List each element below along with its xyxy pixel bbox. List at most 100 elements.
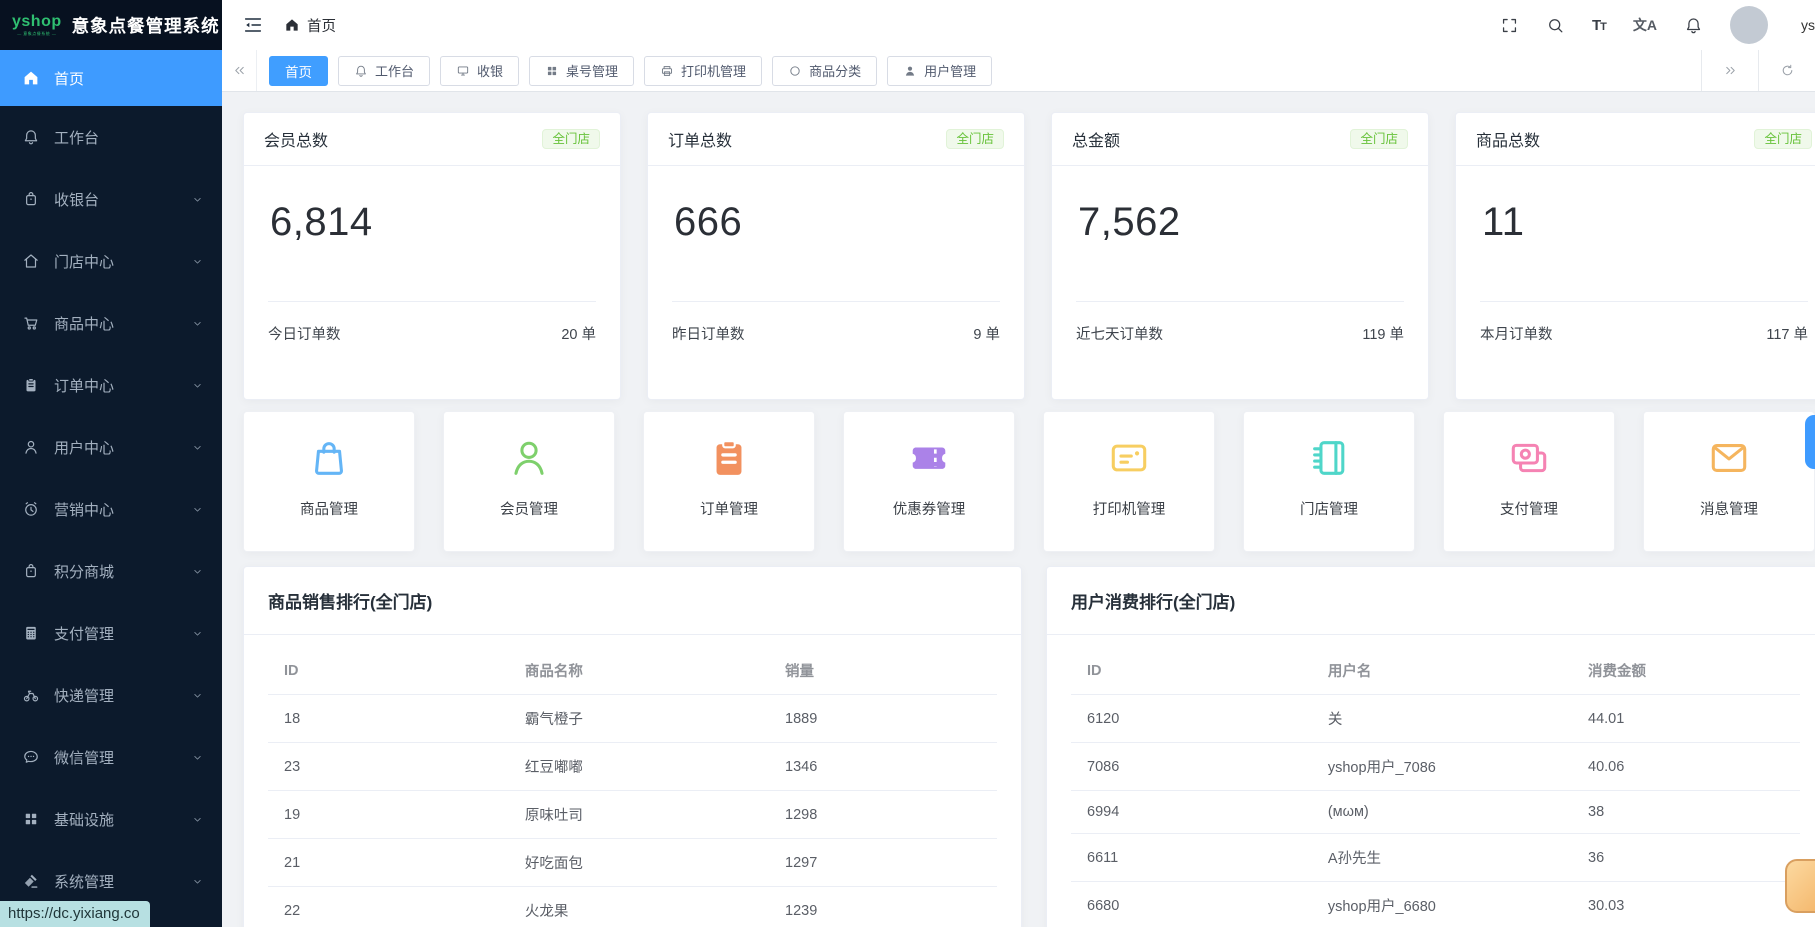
sidebar-item-label: 订单中心 [54, 375, 114, 396]
shortcut-store-mgmt[interactable]: 门店管理 [1243, 411, 1415, 552]
cell-sales: 1889 [769, 695, 997, 743]
cell-id: 23 [268, 743, 509, 791]
sidebar-item-order-center[interactable]: 订单中心 [0, 354, 222, 416]
table-title: 商品销售排行(全门店) [244, 567, 1021, 635]
cell-sales: 1298 [769, 791, 997, 839]
table-row[interactable]: 23 红豆嘟嘟 1346 [268, 743, 997, 791]
sidebar-item-points-mall[interactable]: 积分商城 [0, 540, 222, 602]
table-row[interactable]: 6994 (мωм) 38 [1071, 791, 1800, 834]
stat-footer-label: 昨日订单数 [672, 323, 745, 344]
chevron-down-icon [191, 751, 204, 764]
chevron-down-icon [191, 317, 204, 330]
avatar[interactable] [1730, 6, 1768, 44]
stat-title: 订单总数 [668, 127, 732, 151]
shortcut-order-mgmt[interactable]: 订单管理 [643, 411, 815, 552]
table-row[interactable]: 18 霸气橙子 1889 [268, 695, 997, 743]
shortcut-payment-mgmt[interactable]: 支付管理 [1443, 411, 1615, 552]
stat-footer-value: 117 单 [1766, 323, 1808, 344]
cell-id: 6120 [1071, 695, 1312, 743]
table-row[interactable]: 6120 关 44.01 [1071, 695, 1800, 743]
stat-footer-value: 9 单 [973, 323, 1000, 344]
stat-footer-value: 119 单 [1362, 323, 1404, 344]
clipboard-icon [22, 376, 40, 394]
breadcrumb[interactable]: 首页 [284, 15, 336, 36]
table-row[interactable]: 6680 yshop用户_6680 30.03 [1071, 882, 1800, 927]
top-header: 首页 TT 文A ys [222, 0, 1815, 51]
tab-printer-mgmt[interactable]: 打印机管理 [644, 56, 762, 86]
cell-goods-name: 霸气橙子 [509, 695, 769, 743]
tab-home[interactable]: 首页 [269, 56, 328, 86]
search-icon[interactable] [1546, 16, 1565, 35]
sidebar-item-label: 工作台 [54, 127, 99, 148]
sidebar-item-infrastructure[interactable]: 基础设施 [0, 788, 222, 850]
sidebar-fold-icon[interactable] [242, 14, 264, 36]
fullscreen-icon[interactable] [1500, 16, 1519, 35]
shortcut-member-mgmt[interactable]: 会员管理 [443, 411, 615, 552]
logo-bar[interactable]: yshop — 意象点餐系统 — 意象点餐管理系统 [0, 0, 222, 50]
stat-card-orders: 订单总数 全门店 666 昨日订单数 9 单 [647, 112, 1025, 400]
shortcut-message-mgmt[interactable]: 消息管理 [1643, 411, 1815, 552]
notification-bell-icon[interactable] [1684, 16, 1703, 35]
sidebar-item-home[interactable]: 首页 [0, 50, 222, 106]
sidebar-item-workbench[interactable]: 工作台 [0, 106, 222, 168]
stat-footer-value: 20 单 [561, 323, 596, 344]
tab-goods-category[interactable]: 商品分类 [772, 56, 877, 86]
tab-label: 收银 [477, 61, 503, 80]
tabs-scroll-left-icon[interactable] [222, 50, 257, 91]
column-header: 商品名称 [509, 647, 769, 695]
cell-id: 18 [268, 695, 509, 743]
tab-workbench[interactable]: 工作台 [338, 56, 430, 86]
tab-user-mgmt[interactable]: 用户管理 [887, 56, 992, 86]
chevron-down-icon [191, 627, 204, 640]
sidebar-item-payment-mgmt[interactable]: 支付管理 [0, 602, 222, 664]
font-size-icon[interactable]: TT [1592, 17, 1606, 34]
alarm-clock-icon [22, 500, 40, 518]
logo-subtext: — 意象点餐系统 — [17, 32, 56, 36]
floating-widget[interactable] [1785, 859, 1815, 913]
user-consumption-ranking-card: 用户消费排行(全门店) ID 用户名 消费金额 6120 关 44.0 [1046, 566, 1815, 927]
shortcut-label: 消息管理 [1700, 498, 1758, 519]
table-title: 用户消费排行(全门店) [1047, 567, 1815, 635]
sidebar-item-user-center[interactable]: 用户中心 [0, 416, 222, 478]
table-row[interactable]: 19 原味吐司 1298 [268, 791, 997, 839]
translate-icon[interactable]: 文A [1633, 15, 1657, 35]
cell-sales: 1346 [769, 743, 997, 791]
tab-cashier[interactable]: 收银 [440, 56, 519, 86]
shortcut-label: 门店管理 [1300, 498, 1358, 519]
floating-settings-handle[interactable] [1805, 415, 1815, 469]
cell-username: 关 [1312, 695, 1572, 743]
table-row[interactable]: 7086 yshop用户_7086 40.06 [1071, 743, 1800, 791]
sidebar-item-cashier[interactable]: 收银台 [0, 168, 222, 230]
tab-label: 商品分类 [809, 61, 861, 80]
tabs-scroll-right-icon[interactable] [1701, 50, 1758, 91]
print-card-icon [1106, 435, 1152, 481]
sidebar-item-marketing-center[interactable]: 营销中心 [0, 478, 222, 540]
yshop-logo: yshop — 意象点餐系统 — [12, 14, 62, 36]
sidebar-item-label: 商品中心 [54, 313, 114, 334]
cell-username: yshop用户_6680 [1312, 882, 1572, 927]
store-scope-badge: 全门店 [946, 129, 1004, 150]
sidebar-item-wechat-mgmt[interactable]: 微信管理 [0, 726, 222, 788]
column-header: 销量 [769, 647, 997, 695]
sidebar-item-goods-center[interactable]: 商品中心 [0, 292, 222, 354]
shortcuts-row: 商品管理 会员管理 订单管理 优惠券管理 打印机管理 门店管理 [243, 411, 1815, 552]
monitor-icon [456, 64, 470, 78]
shortcut-goods-mgmt[interactable]: 商品管理 [243, 411, 415, 552]
sidebar-item-store-center[interactable]: 门店中心 [0, 230, 222, 292]
table-row[interactable]: 22 火龙果 1239 [268, 887, 997, 927]
goods-sales-table: ID 商品名称 销量 18 霸气橙子 1889 23 红 [268, 647, 997, 927]
table-row[interactable]: 6611 A孙先生 36 [1071, 834, 1800, 882]
refresh-icon[interactable] [1758, 50, 1815, 91]
shortcut-printer-mgmt[interactable]: 打印机管理 [1043, 411, 1215, 552]
table-row[interactable]: 21 好吃面包 1297 [268, 839, 997, 887]
home-icon [284, 17, 300, 33]
sidebar-item-label: 系统管理 [54, 871, 114, 892]
shortcut-coupon-mgmt[interactable]: 优惠券管理 [843, 411, 1015, 552]
tab-table-number-mgmt[interactable]: 桌号管理 [529, 56, 634, 86]
sidebar-item-express-mgmt[interactable]: 快递管理 [0, 664, 222, 726]
username[interactable]: ys [1779, 17, 1815, 33]
user-icon [22, 438, 40, 456]
cell-amount: 44.01 [1572, 695, 1800, 743]
chevron-down-icon [191, 193, 204, 206]
notebook-icon [1306, 435, 1352, 481]
